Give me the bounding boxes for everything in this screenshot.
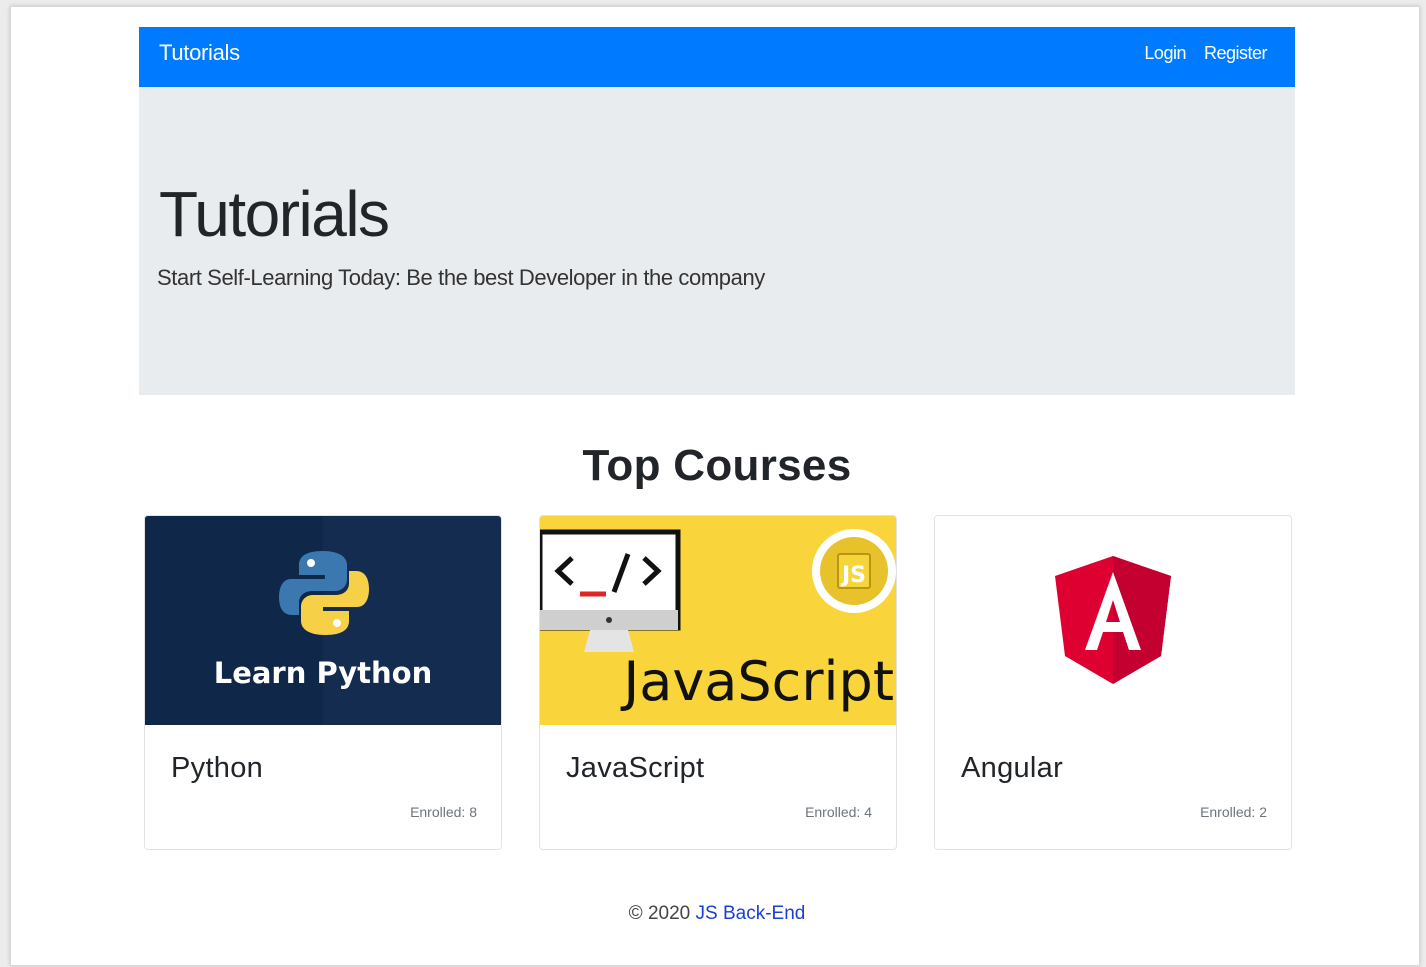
course-title[interactable]: Angular <box>961 752 1063 785</box>
jumbotron: Tutorials Start Self-Learning Today: Be … <box>139 87 1295 395</box>
enrolled-count: Enrolled: 8 <box>410 804 477 820</box>
js-badge-icon: JS <box>812 529 896 613</box>
navbar-brand[interactable]: Tutorials <box>159 40 240 66</box>
register-link[interactable]: Register <box>1204 43 1268 64</box>
course-title[interactable]: Python <box>171 752 263 785</box>
course-title[interactable]: JavaScript <box>566 752 704 785</box>
login-link[interactable]: Login <box>1144 43 1186 64</box>
javascript-banner-text: JavaScript <box>620 650 894 713</box>
jumbotron-title: Tutorials <box>159 178 390 250</box>
course-image-angular <box>935 516 1291 725</box>
footer-link[interactable]: JS Back-End <box>696 903 806 924</box>
footer-copyright: © 2020 <box>628 903 696 924</box>
course-image-javascript: JS JavaScript <box>540 516 896 725</box>
course-card-python[interactable]: Learn Python Python Enrolled: 8 <box>144 515 502 850</box>
course-card-angular[interactable]: Angular Enrolled: 2 <box>934 515 1292 850</box>
python-banner-text: Learn Python <box>214 656 433 690</box>
nav-links: Login Register <box>1144 43 1267 64</box>
course-card-javascript[interactable]: JS JavaScript JavaScript Enrolled: 4 <box>539 515 897 850</box>
browser-frame: Tutorials Login Register Tutorials Start… <box>10 6 1420 966</box>
enrolled-count: Enrolled: 2 <box>1200 804 1267 820</box>
section-title: Top Courses <box>582 441 852 490</box>
navbar: Tutorials Login Register <box>139 27 1295 87</box>
course-image-python: Learn Python <box>145 516 501 725</box>
footer: © 2020 JS Back-End <box>139 903 1295 925</box>
jumbotron-lead: Start Self-Learning Today: Be the best D… <box>157 265 765 290</box>
enrolled-count: Enrolled: 4 <box>805 804 872 820</box>
js-badge-text: JS <box>840 563 866 588</box>
